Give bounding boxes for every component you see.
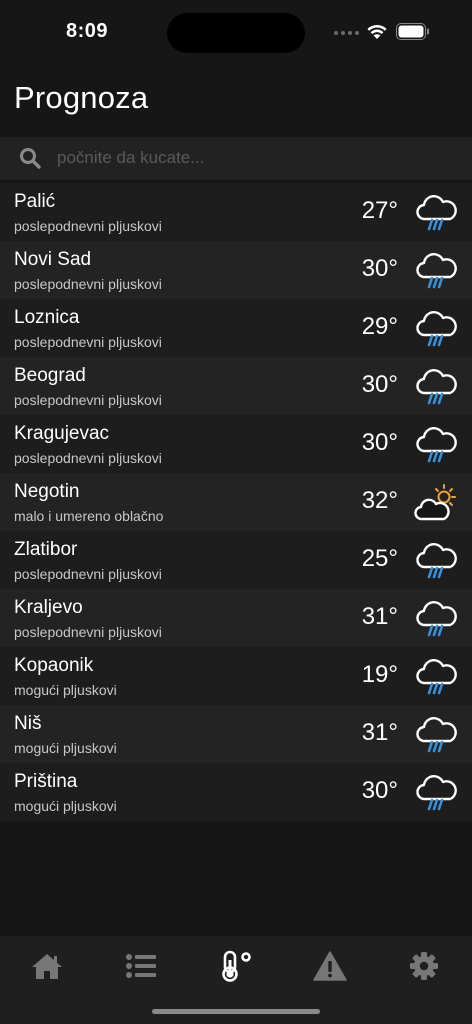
forecast-row[interactable]: Zlatibor poslepodnevni pljuskovi 25° bbox=[0, 531, 472, 589]
city-name: Kraljevo bbox=[14, 597, 83, 618]
warning-icon bbox=[313, 951, 347, 981]
rain-cloud-icon bbox=[414, 599, 458, 639]
weather-condition: poslepodnevni pljuskovi bbox=[14, 334, 162, 350]
temperature: 30° bbox=[361, 255, 398, 282]
rain-cloud-icon bbox=[414, 773, 458, 813]
forecast-row[interactable]: Beograd poslepodnevni pljuskovi 30° bbox=[0, 357, 472, 415]
weather-condition: poslepodnevni pljuskovi bbox=[14, 218, 162, 234]
partly-cloudy-icon bbox=[414, 483, 458, 523]
forecast-list: Palić poslepodnevni pljuskovi 27° Novi Sad p… bbox=[0, 183, 472, 821]
city-name: Zlatibor bbox=[14, 539, 78, 560]
city-name: Novi Sad bbox=[14, 249, 92, 270]
status-bar: 8:09 bbox=[0, 0, 472, 64]
forecast-row[interactable]: Kopaonik mogući pljuskovi 19° bbox=[0, 647, 472, 705]
tab-home[interactable] bbox=[27, 950, 67, 982]
weather-condition: poslepodnevni pljuskovi bbox=[14, 392, 162, 408]
city-name: Loznica bbox=[14, 307, 80, 328]
weather-condition: mogući pljuskovi bbox=[14, 682, 117, 698]
rain-cloud-icon bbox=[414, 541, 458, 581]
temperature: 30° bbox=[361, 429, 398, 456]
temperature: 27° bbox=[361, 197, 398, 224]
temperature: 30° bbox=[361, 371, 398, 398]
city-name: Priština bbox=[14, 771, 78, 792]
page-title: Prognoza bbox=[14, 80, 149, 115]
rain-cloud-icon bbox=[414, 657, 458, 697]
forecast-row[interactable]: Novi Sad poslepodnevni pljuskovi 30° bbox=[0, 241, 472, 299]
city-name: Kopaonik bbox=[14, 655, 94, 676]
tab-list[interactable] bbox=[121, 950, 161, 982]
temperature: 25° bbox=[361, 545, 398, 572]
forecast-row[interactable]: Negotin malo i umereno oblačno 32° bbox=[0, 473, 472, 531]
city-name: Kragujevac bbox=[14, 423, 110, 444]
city-name: Negotin bbox=[14, 481, 80, 502]
rain-cloud-icon bbox=[414, 715, 458, 755]
city-name: Niš bbox=[14, 713, 42, 734]
city-name: Beograd bbox=[14, 365, 86, 386]
temperature: 32° bbox=[361, 487, 398, 514]
forecast-row[interactable]: Kragujevac poslepodnevni pljuskovi 30° bbox=[0, 415, 472, 473]
search-input[interactable] bbox=[57, 145, 447, 171]
thermometer-icon bbox=[222, 950, 251, 982]
temperature: 29° bbox=[361, 313, 398, 340]
temperature: 19° bbox=[361, 661, 398, 688]
list-icon bbox=[126, 954, 156, 978]
home-icon bbox=[32, 954, 62, 979]
temperature: 30° bbox=[361, 777, 398, 804]
wifi-icon bbox=[367, 24, 387, 39]
search-bar[interactable] bbox=[0, 137, 472, 180]
home-indicator bbox=[152, 1009, 320, 1014]
temperature: 31° bbox=[361, 603, 398, 630]
tab-forecast[interactable] bbox=[215, 950, 255, 982]
search-icon bbox=[20, 148, 41, 169]
temperature: 31° bbox=[361, 719, 398, 746]
weather-condition: mogući pljuskovi bbox=[14, 740, 117, 756]
forecast-row[interactable]: Palić poslepodnevni pljuskovi 27° bbox=[0, 183, 472, 241]
rain-cloud-icon bbox=[414, 309, 458, 349]
dynamic-island bbox=[167, 13, 305, 53]
status-time: 8:09 bbox=[66, 20, 109, 42]
forecast-row[interactable]: Niš mogući pljuskovi 31° bbox=[0, 705, 472, 763]
weather-condition: mogući pljuskovi bbox=[14, 798, 117, 814]
rain-cloud-icon bbox=[414, 367, 458, 407]
forecast-row[interactable]: Loznica poslepodnevni pljuskovi 29° bbox=[0, 299, 472, 357]
rain-cloud-icon bbox=[414, 251, 458, 291]
weather-condition: poslepodnevni pljuskovi bbox=[14, 624, 162, 640]
weather-condition: poslepodnevni pljuskovi bbox=[14, 450, 162, 466]
city-name: Palić bbox=[14, 191, 56, 212]
weather-condition: malo i umereno oblačno bbox=[14, 508, 164, 524]
tab-warnings[interactable] bbox=[310, 950, 350, 982]
forecast-row[interactable]: Priština mogući pljuskovi 30° bbox=[0, 763, 472, 821]
weather-condition: poslepodnevni pljuskovi bbox=[14, 276, 162, 292]
gear-icon bbox=[410, 952, 438, 980]
weather-condition: poslepodnevni pljuskovi bbox=[14, 566, 162, 582]
forecast-row[interactable]: Kraljevo poslepodnevni pljuskovi 31° bbox=[0, 589, 472, 647]
cellular-signal-icon bbox=[334, 31, 359, 35]
tab-settings[interactable] bbox=[404, 950, 444, 982]
rain-cloud-icon bbox=[414, 193, 458, 233]
rain-cloud-icon bbox=[414, 425, 458, 465]
battery-icon bbox=[396, 23, 429, 40]
